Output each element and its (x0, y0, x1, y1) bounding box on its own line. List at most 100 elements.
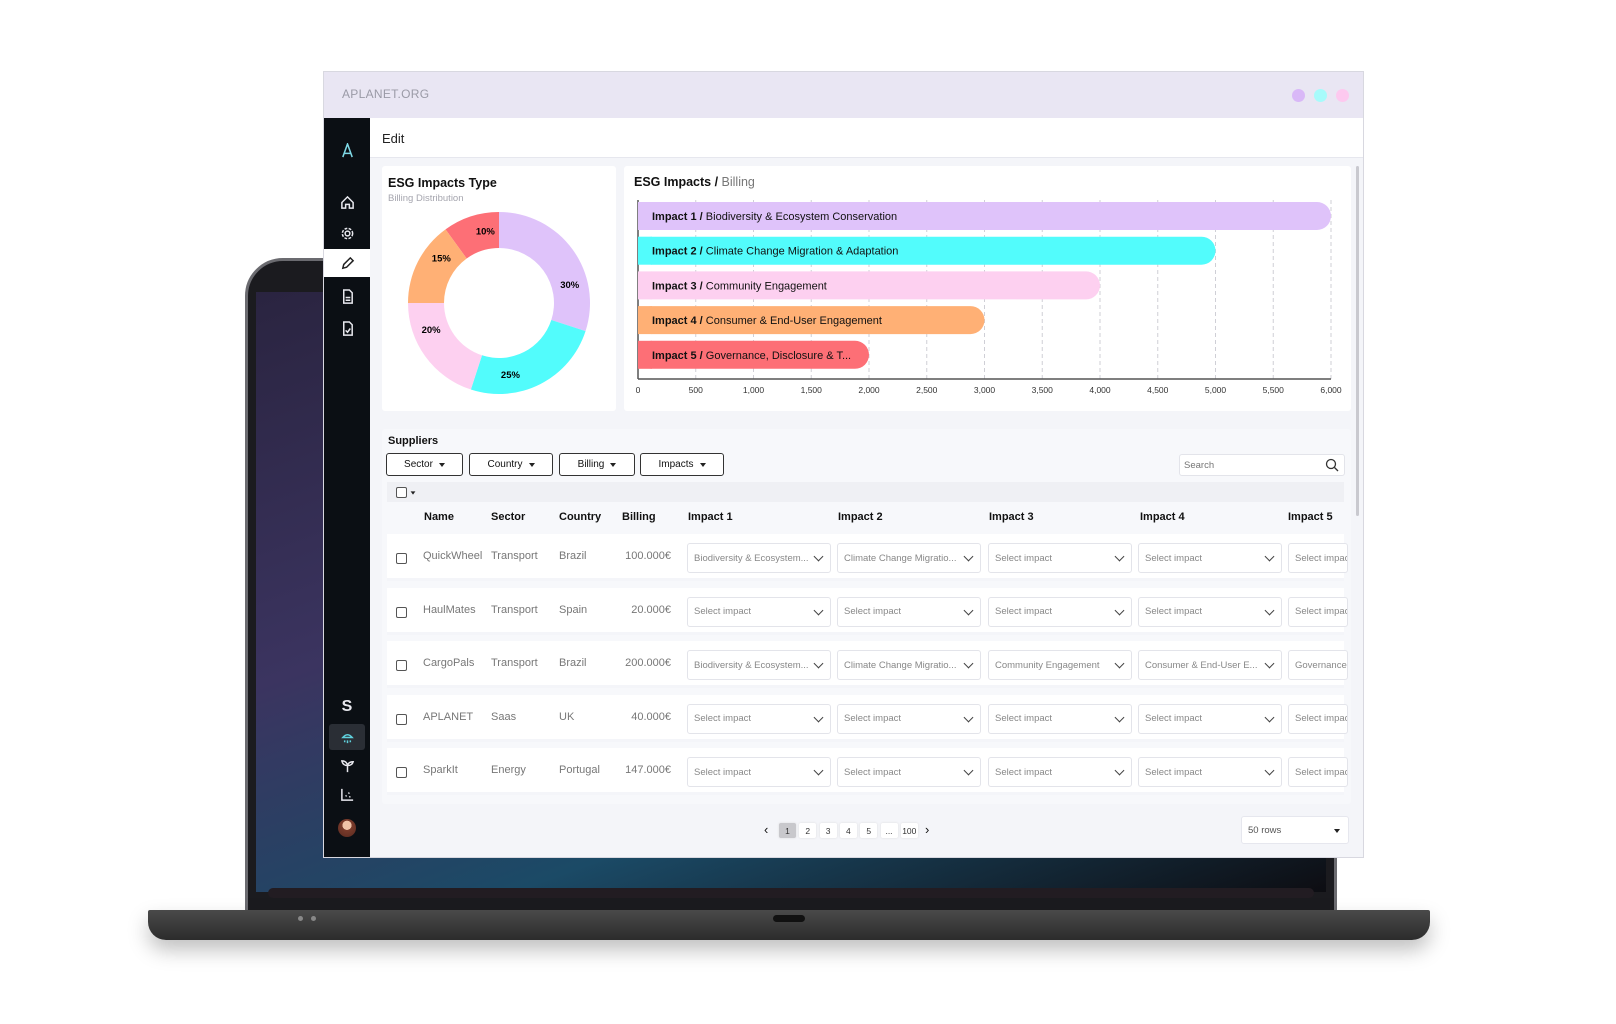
impact-select-value: Governance (1295, 659, 1347, 671)
column-header[interactable]: Billing (622, 511, 656, 523)
impact-select[interactable]: Governance (1288, 650, 1348, 680)
impact-select[interactable]: Select impact (1288, 596, 1348, 627)
impact-select-value: Select impact (1295, 713, 1348, 724)
x-tick-label: 5,500 (1263, 385, 1285, 395)
impact-select[interactable]: Biodiversity & Ecosystem... (687, 543, 831, 573)
impact-select[interactable]: Select impact (1288, 757, 1348, 787)
filter-country[interactable]: Country (469, 453, 553, 476)
cell-country: Portugal (559, 764, 600, 776)
select-all-checkbox[interactable] (396, 487, 407, 498)
cell-name: SparkIt (423, 764, 458, 776)
filter-sector[interactable]: Sector (386, 453, 463, 476)
impact-select-value: Select impact (844, 606, 902, 617)
aplanet-logo-icon[interactable] (324, 136, 370, 164)
impact-select[interactable]: Select impact (1138, 703, 1282, 734)
impact-select[interactable]: Select impact (988, 596, 1132, 627)
donut-slice[interactable] (499, 212, 590, 332)
window-dot[interactable] (1292, 89, 1305, 102)
column-header[interactable]: Country (559, 511, 601, 523)
next-page-icon[interactable]: › (925, 822, 929, 837)
window-dot[interactable] (1336, 89, 1349, 102)
row-checkbox[interactable] (396, 606, 407, 618)
page-button[interactable]: 5 (860, 823, 878, 838)
impact-select[interactable]: Select impact (988, 543, 1132, 573)
sprout-icon[interactable] (324, 751, 370, 779)
bulk-select-bar (387, 482, 1344, 502)
cell-name: CargoPals (423, 657, 475, 669)
file-icon[interactable] (324, 282, 370, 310)
chevron-down-icon (1114, 605, 1125, 615)
impact-select[interactable]: Select impact (837, 757, 981, 787)
column-header[interactable]: Impact 5 (1288, 511, 1333, 523)
prev-page-icon[interactable]: ‹ (764, 822, 768, 837)
x-tick-label: 2,500 (916, 385, 938, 395)
cell-sector: Transport (491, 657, 538, 669)
rows-per-page-value: 50 rows (1248, 825, 1282, 836)
impact-select[interactable]: Select impact (1288, 543, 1348, 573)
search-icon[interactable] (1325, 458, 1339, 472)
donut-slice[interactable] (408, 303, 483, 390)
impact-select[interactable]: Select impact (1138, 596, 1282, 627)
rows-per-page-select[interactable]: 50 rows (1241, 816, 1349, 844)
file-check-icon[interactable] (324, 314, 370, 342)
scatter-chart-icon[interactable] (324, 780, 370, 808)
impact-select[interactable]: Climate Change Migratio... (837, 650, 981, 680)
s-logo-icon[interactable]: S (324, 693, 370, 721)
page-button[interactable]: 1 (779, 823, 796, 838)
filter-billing[interactable]: Billing (559, 453, 635, 476)
impact-select[interactable]: Select impact (837, 703, 981, 734)
column-header[interactable]: Impact 4 (1140, 511, 1185, 523)
filter-impacts[interactable]: Impacts (640, 453, 724, 476)
scrollbar[interactable] (1356, 166, 1359, 516)
sidebar-item-edit-pencil-icon[interactable] (324, 249, 370, 277)
filter-label: Billing (577, 459, 605, 470)
column-header[interactable]: Impact 1 (688, 511, 733, 523)
search-input[interactable] (1184, 458, 1314, 473)
page-button[interactable]: 3 (819, 823, 837, 838)
chevron-down-icon (963, 765, 974, 776)
donut-slice[interactable] (470, 319, 586, 394)
impact-select[interactable]: Select impact (687, 596, 831, 627)
impact-select[interactable]: Select impact (1288, 703, 1348, 734)
chevron-down-icon (1114, 551, 1125, 562)
impact-select[interactable]: Select impact (837, 596, 981, 627)
column-header[interactable]: Impact 3 (989, 511, 1034, 523)
page-button[interactable]: 100 (900, 823, 918, 838)
impact-select[interactable]: Biodiversity & Ecosystem... (687, 650, 831, 680)
impact-select[interactable]: Select impact (988, 757, 1132, 787)
chevron-down-icon (1264, 605, 1275, 615)
page-button[interactable]: 2 (799, 823, 817, 838)
impact-select[interactable]: Select impact (687, 703, 831, 734)
cell-country: Spain (559, 603, 588, 616)
chevron-down-icon (1114, 658, 1125, 669)
column-header[interactable]: Name (424, 511, 454, 523)
column-header[interactable]: Impact 2 (838, 511, 883, 523)
impact-select-value: Select impact (995, 606, 1053, 617)
row-checkbox[interactable] (396, 767, 407, 778)
row-checkbox[interactable] (396, 553, 407, 564)
impact-select[interactable]: Climate Change Migratio... (837, 543, 981, 573)
app-window: APLANET.ORG S Edit ESG Impacts Type Bill… (323, 71, 1364, 858)
caret-down-icon[interactable] (410, 491, 416, 495)
cloud-rain-icon[interactable] (329, 724, 365, 750)
impact-select[interactable]: Community Engagement (988, 650, 1132, 680)
home-icon[interactable] (324, 188, 370, 216)
impact-select[interactable]: Select impact (988, 703, 1132, 734)
cell-billing: 147.000€ (625, 764, 671, 776)
impact-select[interactable]: Consumer & End-User E... (1138, 650, 1282, 680)
impact-select[interactable]: Select impact (1138, 757, 1282, 787)
impact-select[interactable]: Select impact (687, 757, 831, 787)
gear-icon[interactable] (324, 219, 370, 247)
chevron-down-icon (813, 765, 824, 776)
impact-select-value: Select impact (844, 766, 902, 778)
avatar[interactable] (338, 819, 356, 837)
laptop-light (298, 916, 303, 921)
donut-slice-label: 30% (560, 280, 580, 291)
window-dot[interactable] (1314, 89, 1327, 102)
impact-select[interactable]: Select impact (1138, 543, 1282, 573)
row-checkbox[interactable] (396, 660, 407, 671)
row-checkbox[interactable] (396, 713, 407, 725)
page-button[interactable]: ... (880, 823, 898, 838)
page-button[interactable]: 4 (839, 823, 857, 838)
column-header[interactable]: Sector (491, 511, 525, 523)
